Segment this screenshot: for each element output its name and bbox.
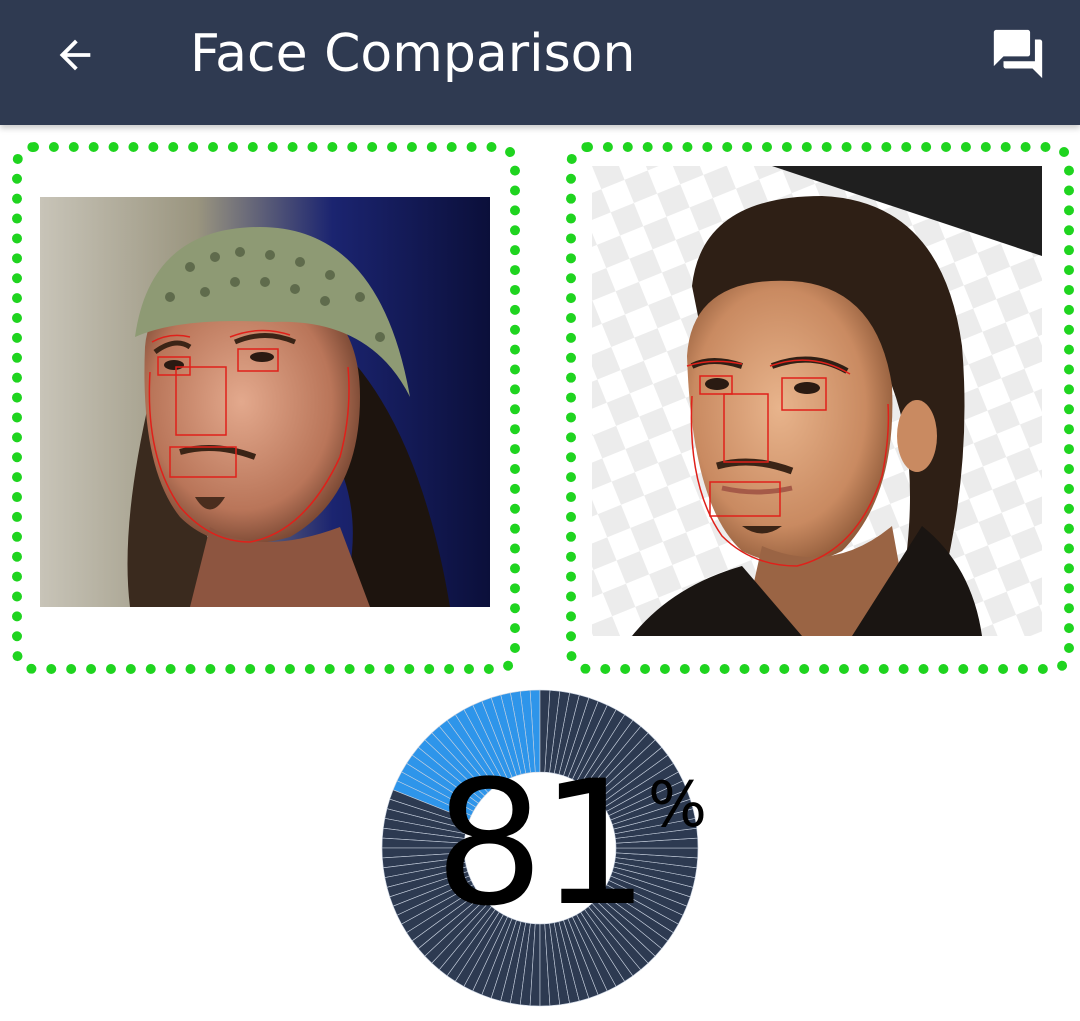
face-card-left[interactable] bbox=[12, 142, 520, 674]
feedback-button[interactable] bbox=[978, 14, 1058, 94]
face-card-right[interactable] bbox=[566, 142, 1074, 674]
page-title: Face Comparison bbox=[190, 24, 636, 84]
face-photo-right bbox=[592, 166, 1042, 636]
app-bar: Face Comparison bbox=[0, 0, 1080, 125]
chat-bubbles-icon bbox=[993, 29, 1043, 79]
face-photo-left bbox=[40, 197, 490, 607]
arrow-back-icon bbox=[59, 39, 91, 71]
similarity-gauge: 81 % bbox=[380, 688, 707, 1008]
back-button[interactable] bbox=[40, 20, 110, 90]
similarity-score-unit: % bbox=[648, 768, 707, 841]
